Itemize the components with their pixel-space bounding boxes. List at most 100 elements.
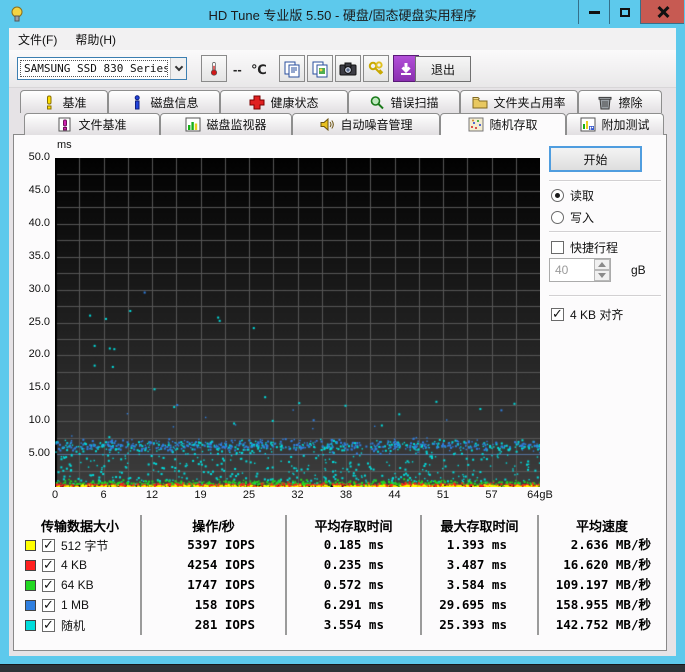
avg-cell: 3.554 ms: [285, 615, 420, 635]
speed-cell: 158.955 MB/秒: [537, 595, 665, 615]
max-cell: 3.487 ms: [420, 555, 537, 575]
trash-icon: [597, 95, 613, 110]
drive-select[interactable]: SAMSUNG SSD 830 Series (64 gB): [17, 57, 187, 80]
exit-button[interactable]: 退出: [415, 56, 471, 82]
tab-erase[interactable]: 擦除: [578, 90, 662, 113]
scatter-icon: [468, 117, 484, 132]
read-radio-row[interactable]: 读取: [551, 187, 594, 204]
start-button[interactable]: 开始: [549, 146, 642, 172]
keys-icon: [367, 60, 385, 78]
camera-button[interactable]: [335, 55, 361, 82]
x-tick-label: 38: [324, 489, 368, 501]
tab-folder-usage[interactable]: 文件夹占用率: [460, 90, 578, 113]
x-tick-label: 51: [421, 489, 465, 501]
align-row[interactable]: 4 KB 对齐: [551, 306, 623, 323]
table-row-legend: 64 KB: [20, 575, 140, 595]
series-label: 随机: [61, 617, 85, 634]
copy-text-button[interactable]: [279, 55, 305, 82]
close-button[interactable]: [640, 0, 684, 24]
write-radio[interactable]: [551, 211, 564, 224]
x-tick-label: 32: [276, 489, 320, 501]
speed-cell: 109.197 MB/秒: [537, 575, 665, 595]
minimize-icon: [589, 11, 600, 14]
y-tick-label: 35.0: [17, 250, 50, 262]
tab-file-benchmark[interactable]: 文件基准: [24, 113, 160, 135]
ops-cell: 1747 IOPS: [140, 575, 285, 595]
short-stroke-checkbox[interactable]: [551, 241, 564, 254]
series-label: 512 字节: [61, 537, 108, 554]
chevron-down-icon: [598, 273, 606, 282]
series-checkbox[interactable]: [42, 619, 55, 632]
tab-disk-monitor[interactable]: 磁盘监视器: [160, 113, 292, 135]
tab-disk-info[interactable]: 磁盘信息: [108, 90, 220, 113]
y-axis-unit-label: ms: [57, 139, 72, 151]
capacity-value: 40: [550, 259, 594, 281]
tab-label: 文件夹占用率: [493, 94, 565, 111]
series-color-swatch: [25, 600, 36, 611]
maximize-button[interactable]: [609, 0, 640, 24]
temperature-button[interactable]: [201, 55, 227, 82]
download-arrow-icon: [398, 61, 414, 77]
series-checkbox[interactable]: [42, 579, 55, 592]
bar-chart-icon: [185, 117, 201, 132]
capacity-spinner[interactable]: 40: [549, 258, 611, 282]
tab-row-1: 基准 磁盘信息 健康状态 错误扫描 文件夹占用率 擦除: [20, 90, 662, 113]
series-color-swatch: [25, 560, 36, 571]
align-checkbox[interactable]: [551, 308, 564, 321]
health-cross-icon: [249, 95, 265, 110]
read-radio[interactable]: [551, 189, 564, 202]
magnifier-icon: [369, 95, 385, 110]
temperature-unit: ℃: [251, 62, 267, 78]
series-checkbox[interactable]: [42, 559, 55, 572]
tab-random-access[interactable]: 随机存取: [440, 113, 566, 135]
read-radio-label: 读取: [570, 187, 594, 204]
max-cell: 1.393 ms: [420, 535, 537, 555]
file-exclamation-icon: [57, 117, 73, 132]
y-tick-label: 10.0: [17, 414, 50, 426]
speed-cell: 142.752 MB/秒: [537, 615, 665, 635]
tab-extra-tests[interactable]: 附加测试: [566, 113, 664, 135]
ops-cell: 4254 IOPS: [140, 555, 285, 575]
tab-error-scan[interactable]: 错误扫描: [348, 90, 460, 113]
avg-cell: 0.572 ms: [285, 575, 420, 595]
exclamation-icon: [41, 95, 57, 110]
tab-label: 随机存取: [489, 116, 537, 133]
tab-health[interactable]: 健康状态: [220, 90, 348, 113]
short-stroke-label: 快捷行程: [570, 239, 618, 256]
tab-label: 基准: [62, 94, 86, 111]
divider: [549, 180, 661, 182]
short-stroke-row[interactable]: 快捷行程: [551, 239, 618, 256]
chevron-down-icon[interactable]: [170, 58, 186, 79]
avg-cell: 0.235 ms: [285, 555, 420, 575]
speaker-icon: [319, 117, 335, 132]
spinner-down-button[interactable]: [594, 270, 610, 281]
camera-icon: [339, 61, 357, 77]
y-tick-label: 50.0: [17, 151, 50, 163]
tab-label: 自动噪音管理: [340, 116, 412, 133]
results-table: 传输数据大小 操作/秒 平均存取时间 最大存取时间 平均速度 512 字节 53…: [20, 515, 665, 635]
tab-benchmark[interactable]: 基准: [20, 90, 108, 113]
menu-help[interactable]: 帮助(H): [66, 29, 125, 50]
copy-image-button[interactable]: [307, 55, 333, 82]
table-row-legend: 1 MB: [20, 595, 140, 615]
minimize-button[interactable]: [578, 0, 609, 24]
series-checkbox[interactable]: [42, 599, 55, 612]
align-label: 4 KB 对齐: [570, 306, 623, 323]
options-button[interactable]: [363, 55, 389, 82]
spinner-up-button[interactable]: [594, 259, 610, 270]
table-row-legend: 512 字节: [20, 535, 140, 555]
access-time-scatter-chart: [55, 158, 540, 487]
menu-file[interactable]: 文件(F): [9, 29, 66, 50]
temperature-value: --: [233, 62, 242, 77]
tab-label: 文件基准: [78, 116, 126, 133]
info-icon: [129, 95, 145, 110]
y-tick-label: 5.00: [17, 447, 50, 459]
x-tick-label: 64gB: [518, 489, 562, 501]
y-tick-label: 45.0: [17, 184, 50, 196]
x-tick-label: 44: [373, 489, 417, 501]
write-radio-row[interactable]: 写入: [551, 209, 594, 226]
tab-aam[interactable]: 自动噪音管理: [292, 113, 440, 135]
series-label: 64 KB: [61, 578, 94, 592]
x-tick-label: 57: [470, 489, 514, 501]
series-checkbox[interactable]: [42, 539, 55, 552]
